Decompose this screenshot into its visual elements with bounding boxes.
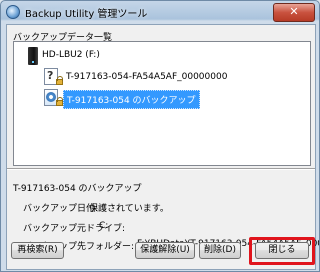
tree-node-drive[interactable]: HD-LBU2 (F:) [42, 50, 100, 60]
dialog-body: バックアップデータ一覧 HD-LBU2 (F:) ? T-917163-054-… [6, 24, 319, 270]
backup-tree[interactable]: HD-LBU2 (F:) ? T-917163-054-FA54A5AF_000… [13, 41, 311, 166]
divider [7, 168, 315, 170]
detail-label-date: バックアップ日付: [23, 204, 99, 214]
window-close-button[interactable]: ✕ [273, 3, 315, 22]
detail-value-source-drive: C: [99, 221, 109, 231]
detail-title: T-917163-054 のバックアップ [13, 184, 142, 194]
lock-icon [56, 76, 63, 85]
delete-button[interactable]: 削除(D) [199, 242, 241, 259]
tree-node-backup-1-selected[interactable]: T-917163-054 のバックアップ [63, 90, 200, 109]
title-bar[interactable]: Backup Utility 管理ツール ✕ [1, 1, 319, 23]
lock-icon [56, 97, 63, 106]
app-window: Backup Utility 管理ツール ✕ バックアップデータ一覧 HD-LB… [0, 0, 320, 272]
close-button-highlight [249, 237, 315, 265]
detail-value-date: 保護されています。 [89, 204, 169, 214]
refresh-button[interactable]: 再検索(R) [11, 242, 64, 259]
hard-drive-icon [28, 47, 38, 65]
window-title: Backup Utility 管理ツール [25, 9, 148, 20]
detail-label-source-drive: バックアップ元ドライブ: [23, 224, 126, 234]
tree-node-backup-0[interactable]: T-917163-054-FA54A5AF_00000000 [66, 72, 227, 82]
app-icon [6, 5, 20, 19]
unprotect-button[interactable]: 保護解除(U) [135, 242, 195, 259]
